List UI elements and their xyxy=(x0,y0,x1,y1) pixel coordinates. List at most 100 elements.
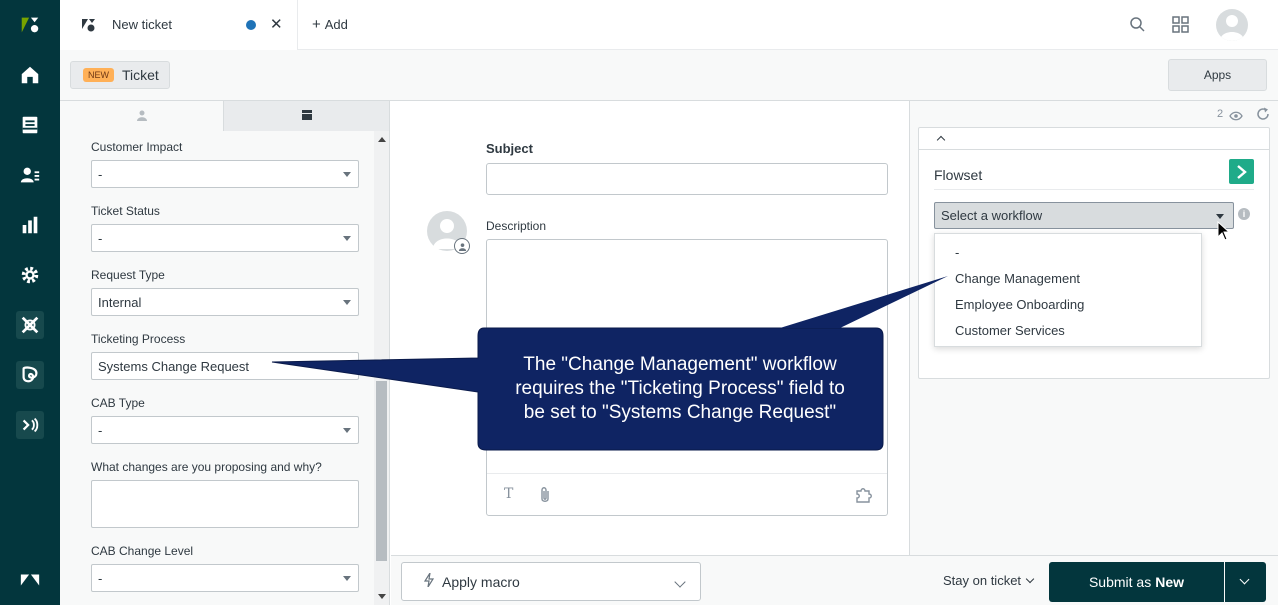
ticket-fields-icon xyxy=(301,109,313,124)
text-format-icon[interactable]: T xyxy=(504,486,513,502)
reporting-icon[interactable] xyxy=(18,213,42,237)
workflow-option-customer-services[interactable]: Customer Services xyxy=(955,323,1065,338)
flowset-logo-icon xyxy=(1229,159,1254,184)
cab-type-select[interactable]: - xyxy=(91,416,359,444)
submit-options-button[interactable] xyxy=(1225,562,1266,602)
settings-icon[interactable] xyxy=(18,263,42,287)
bottom-action-bar: Apply macro Stay on ticket Submit as New xyxy=(391,555,1278,605)
ticketing-process-select[interactable]: Systems Change Request xyxy=(91,352,359,380)
caret-down-icon xyxy=(343,236,351,241)
ticket-status-pill[interactable]: NEW Ticket xyxy=(70,61,170,89)
caret-down-icon xyxy=(343,300,351,305)
plus-icon: + xyxy=(312,16,321,33)
explore-icon[interactable] xyxy=(18,313,42,337)
scroll-down-icon[interactable] xyxy=(378,594,386,599)
ticket-tab-title: New ticket xyxy=(112,17,172,32)
submit-button[interactable]: Submit as New xyxy=(1049,562,1224,602)
add-tab-button[interactable]: + Add xyxy=(312,16,348,33)
workflow-option[interactable]: - xyxy=(955,245,959,260)
workflow-placeholder: Select a workflow xyxy=(941,208,1043,223)
workflow-select[interactable]: Select a workflow xyxy=(934,202,1234,229)
views-icon[interactable] xyxy=(18,113,42,137)
puzzle-icon[interactable] xyxy=(855,486,873,504)
ticket-header-bar: NEW Ticket Apps xyxy=(60,50,1278,101)
caret-down-icon xyxy=(343,172,351,177)
talk-icon[interactable] xyxy=(18,413,42,437)
info-icon[interactable]: i xyxy=(1238,208,1250,220)
scroll-thumb[interactable] xyxy=(376,381,387,561)
tab-user[interactable] xyxy=(60,101,224,131)
proposed-changes-textarea[interactable] xyxy=(91,480,359,528)
unsaved-dot-icon xyxy=(246,20,256,30)
app-title: Flowset xyxy=(934,167,983,183)
collapse-app-button[interactable] xyxy=(919,128,1269,150)
user-avatar-icon[interactable] xyxy=(1216,9,1248,41)
divider xyxy=(934,189,1254,190)
workflow-option-change-management[interactable]: Change Management xyxy=(955,271,1080,286)
chevron-down-icon xyxy=(1025,574,1035,584)
field-label: CAB Type xyxy=(91,396,145,410)
field-cab-change-level: CAB Change Level - xyxy=(91,544,359,592)
status-badge: NEW xyxy=(83,68,114,82)
apply-macro-select[interactable]: Apply macro xyxy=(401,562,701,601)
left-nav-rail xyxy=(0,0,60,605)
select-value: - xyxy=(98,167,103,182)
select-value: - xyxy=(98,423,103,438)
guide-icon[interactable] xyxy=(18,363,42,387)
stay-on-ticket-dropdown[interactable]: Stay on ticket xyxy=(943,573,1035,588)
subject-input[interactable] xyxy=(486,163,888,195)
ticket-tab[interactable]: New ticket ✕ xyxy=(60,0,298,50)
cab-change-level-select[interactable]: - xyxy=(91,564,359,592)
search-icon[interactable] xyxy=(1128,15,1148,35)
top-bar: New ticket ✕ + Add xyxy=(60,0,1278,50)
ticket-status-select[interactable]: - xyxy=(91,224,359,252)
reload-icon[interactable] xyxy=(1256,107,1270,121)
customers-icon[interactable] xyxy=(18,163,42,187)
field-label: What changes are you proposing and why? xyxy=(91,460,322,474)
field-customer-impact: Customer Impact - xyxy=(91,140,359,188)
ticket-label: Ticket xyxy=(122,67,159,83)
customer-impact-select[interactable]: - xyxy=(91,160,359,188)
fields-scrollbar[interactable] xyxy=(374,131,389,605)
select-value: Internal xyxy=(98,295,142,310)
subject-label: Subject xyxy=(486,141,533,156)
user-icon xyxy=(136,109,148,124)
chevron-down-icon xyxy=(1239,574,1250,585)
attachment-icon[interactable] xyxy=(537,486,553,504)
editor-toolbar: T xyxy=(487,473,887,515)
apps-toolbar: 2 xyxy=(910,101,1278,127)
workflow-options-menu: - Change Management Employee Onboarding … xyxy=(934,233,1202,347)
requester-avatar[interactable] xyxy=(427,211,470,254)
zendesk-products-icon[interactable] xyxy=(18,568,42,592)
submit-prefix: Submit as xyxy=(1088,574,1152,590)
add-label: Add xyxy=(324,17,348,32)
field-label: Ticket Status xyxy=(91,204,160,218)
field-cab-type: CAB Type - xyxy=(91,396,359,444)
request-type-select[interactable]: Internal xyxy=(91,288,359,316)
submit-status: New xyxy=(1155,574,1185,590)
ticket-fields-panel: Customer Impact - Ticket Status - Reques… xyxy=(60,101,390,605)
caret-down-icon xyxy=(1216,214,1224,219)
mouse-cursor-icon xyxy=(1217,220,1231,241)
close-tab-icon[interactable]: ✕ xyxy=(270,15,283,33)
callout-text: The "Change Management" workflow require… xyxy=(478,328,882,450)
home-icon[interactable] xyxy=(18,63,42,87)
select-value: Systems Change Request xyxy=(98,359,250,374)
scroll-up-icon[interactable] xyxy=(378,137,386,142)
eye-icon xyxy=(1229,109,1243,121)
chevron-up-icon xyxy=(936,135,946,145)
field-label: Request Type xyxy=(91,268,165,282)
product-tray-icon[interactable] xyxy=(1171,15,1191,35)
field-ticket-status: Ticket Status - xyxy=(91,204,359,252)
callout-line: The "Change Management" workflow xyxy=(523,354,837,375)
apply-macro-label: Apply macro xyxy=(442,573,520,590)
select-value: - xyxy=(98,571,103,586)
workflow-option-employee-onboarding[interactable]: Employee Onboarding xyxy=(955,297,1084,312)
field-ticketing-process: Ticketing Process Systems Change Request xyxy=(91,332,359,380)
select-value: - xyxy=(98,231,103,246)
tab-ticket-fields[interactable] xyxy=(224,101,389,131)
callout-line: be set to "Systems Change Request" xyxy=(523,402,837,423)
zendesk-logo-icon[interactable] xyxy=(18,13,42,37)
apps-button[interactable]: Apps xyxy=(1168,59,1267,91)
lightning-icon xyxy=(423,572,435,590)
